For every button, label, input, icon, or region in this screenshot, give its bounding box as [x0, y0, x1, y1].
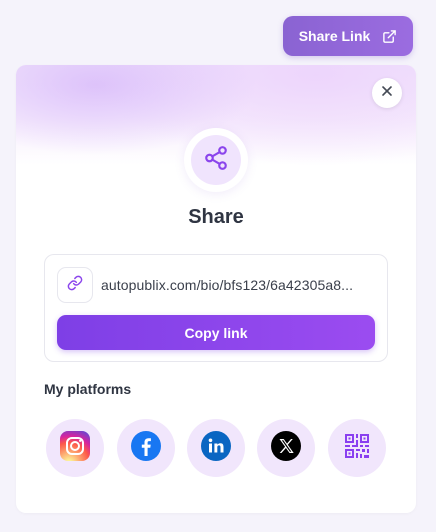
- instagram-icon: [59, 430, 91, 467]
- dialog-title: Share: [188, 206, 244, 228]
- platform-facebook[interactable]: [117, 419, 175, 477]
- share-icon: [203, 145, 229, 176]
- link-panel: autopublix.com/bio/bfs123/6a42305a8... C…: [44, 254, 388, 362]
- facebook-icon: [130, 430, 162, 467]
- close-icon: [381, 84, 393, 102]
- share-link-button[interactable]: Share Link: [283, 16, 413, 56]
- external-link-icon: [382, 29, 397, 44]
- platform-x[interactable]: [257, 419, 315, 477]
- link-icon-box: [57, 267, 93, 303]
- qr-code-icon: [344, 433, 370, 464]
- copy-link-button[interactable]: Copy link: [57, 315, 375, 350]
- share-emblem: [184, 128, 248, 192]
- link-icon: [67, 275, 83, 296]
- platforms-heading: My platforms: [44, 381, 132, 397]
- platform-linkedin[interactable]: [187, 419, 245, 477]
- platform-instagram[interactable]: [46, 419, 104, 477]
- link-row: autopublix.com/bio/bfs123/6a42305a8...: [57, 267, 375, 303]
- share-dialog: Share autopublix.com/bio/bfs123/6a42305a…: [16, 65, 416, 513]
- share-link-label: Share Link: [298, 28, 371, 44]
- x-icon: [270, 430, 302, 467]
- platform-qr-code[interactable]: [328, 419, 386, 477]
- linkedin-icon: [200, 430, 232, 467]
- close-button[interactable]: [372, 78, 402, 108]
- share-url[interactable]: autopublix.com/bio/bfs123/6a42305a8...: [101, 277, 375, 293]
